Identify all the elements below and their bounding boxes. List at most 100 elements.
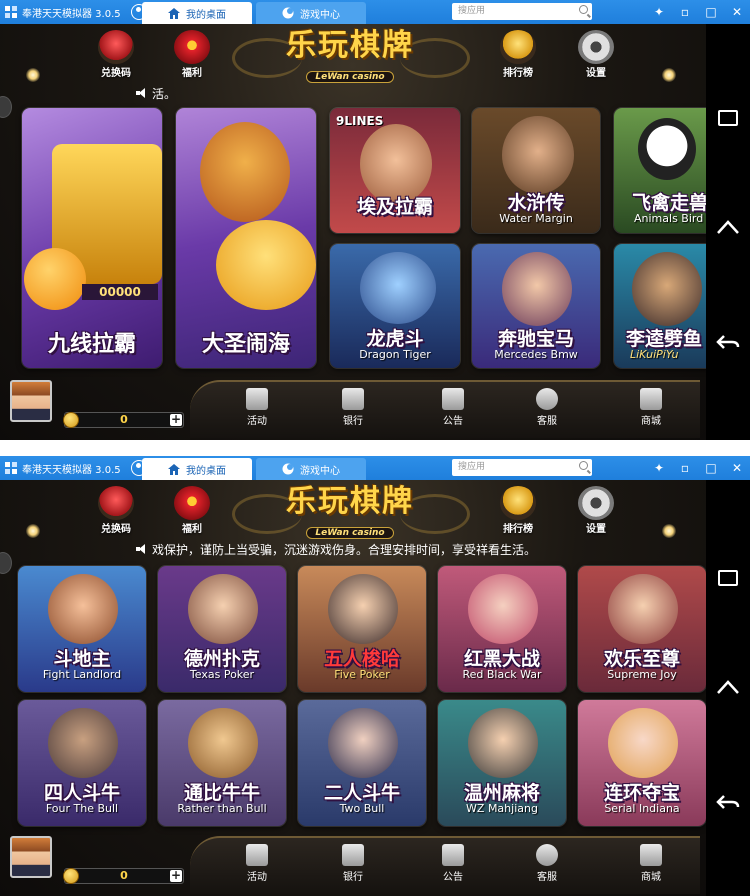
game-lobby: 兑换码 福利 乐玩棋牌 LeWan casino 排行榜 设置 活。 00000…: [0, 24, 706, 440]
back-icon[interactable]: [716, 334, 740, 350]
coin-balance: 0 +: [63, 412, 184, 428]
coin-icon: [63, 412, 79, 428]
leaderboard-button[interactable]: 排行榜: [488, 30, 548, 79]
bank-icon: [342, 388, 364, 410]
menu-bank[interactable]: 银行: [328, 844, 378, 883]
maximize-icon[interactable]: □: [698, 0, 724, 24]
window-controls: ✦ ▫ □ ✕: [646, 456, 750, 480]
game-center-icon: [282, 463, 294, 475]
redeem-code-button[interactable]: 兑换码: [86, 486, 146, 535]
game-card-red-black-war[interactable]: 红黑大战 Red Black War: [438, 566, 566, 692]
tab-game-center[interactable]: 游戏中心: [256, 458, 366, 480]
gift-box-icon: [246, 388, 268, 410]
game-center-icon: [282, 7, 294, 19]
menu-activity[interactable]: 活动: [232, 388, 282, 427]
bottom-bar: 0 + 活动 银行 公告 客服 商城: [0, 374, 706, 440]
welfare-button[interactable]: 福利: [162, 486, 222, 535]
menu-shop[interactable]: 商城: [626, 844, 676, 883]
menu-activity[interactable]: 活动: [232, 844, 282, 883]
game-card-two-bull[interactable]: 二人斗牛 Two Bull: [298, 700, 426, 826]
minimize-icon[interactable]: ▫: [672, 0, 698, 24]
monkey-king-art: [200, 122, 290, 222]
back-icon[interactable]: [716, 794, 740, 810]
game-card-monkey-king-sea[interactable]: 大圣闹海: [176, 108, 316, 368]
tab-game-center[interactable]: 游戏中心: [256, 2, 366, 24]
gift-icon: [98, 486, 134, 520]
add-coins-button[interactable]: +: [170, 413, 182, 426]
tab-my-desktop[interactable]: 我的桌面: [142, 458, 252, 480]
bottom-bar: 0 + 活动 银行 公告 客服 商城: [0, 830, 706, 896]
game-card-wz-mahjong[interactable]: 温州麻将 WZ Mahjiang: [438, 700, 566, 826]
bank-icon: [342, 844, 364, 866]
game-card-serial-indiana[interactable]: 连环夺宝 Serial Indiana: [578, 700, 706, 826]
tab-label: 我的桌面: [186, 9, 226, 21]
speaker-icon: [136, 544, 148, 554]
gear-icon: [578, 30, 614, 64]
mahjong-girl-art: [468, 708, 538, 778]
game-card-nine-line-slot[interactable]: 00000 九线拉霸: [22, 108, 162, 368]
home-icon: [168, 463, 180, 475]
add-coins-button[interactable]: +: [170, 869, 182, 882]
menu-shop[interactable]: 商城: [626, 388, 676, 427]
game-card-texas-poker[interactable]: 德州扑克 Texas Poker: [158, 566, 286, 692]
cowgirl-art: [328, 708, 398, 778]
recent-apps-icon[interactable]: [718, 110, 738, 126]
search-input[interactable]: 搜应用: [452, 3, 592, 20]
game-card-water-margin[interactable]: 水浒传 Water Margin: [472, 108, 600, 233]
tab-my-desktop[interactable]: 我的桌面: [142, 2, 252, 24]
game-card-egypt-slot[interactable]: 9LINES 埃及拉霸: [330, 108, 460, 233]
racer-girl-art: [502, 252, 572, 326]
avatar[interactable]: [10, 836, 52, 878]
jackpot-display: 00000: [82, 284, 158, 300]
app-logo-icon: [4, 5, 18, 19]
welfare-button[interactable]: 福利: [162, 30, 222, 79]
settings-button[interactable]: 设置: [566, 30, 626, 79]
stage-light: [26, 68, 40, 82]
red-black-girl-art: [468, 574, 538, 644]
side-drawer-handle[interactable]: [0, 552, 12, 574]
search-input[interactable]: 搜应用: [452, 459, 592, 476]
leaderboard-button[interactable]: 排行榜: [488, 486, 548, 535]
dragon-tiger-art: [360, 252, 436, 324]
card-girl-art: [608, 574, 678, 644]
tab-label: 游戏中心: [300, 465, 340, 477]
game-card-mercedes-bmw[interactable]: 奔驰宝马 Mercedes Bmw: [472, 244, 600, 368]
notice-marquee: 活。: [136, 84, 336, 102]
maximize-icon[interactable]: □: [698, 456, 724, 480]
game-card-animals-birds[interactable]: 飞禽走兽 Animals Bird: [614, 108, 706, 233]
settings-button[interactable]: 设置: [566, 486, 626, 535]
redeem-code-button[interactable]: 兑换码: [86, 30, 146, 79]
red-envelope-icon: [174, 486, 210, 520]
home-nav-icon[interactable]: [716, 220, 740, 234]
game-card-rather-than-bull[interactable]: 通比牛牛 Rather than Bull: [158, 700, 286, 826]
pin-icon[interactable]: ✦: [646, 0, 672, 24]
menu-support[interactable]: 客服: [522, 844, 572, 883]
menu-support[interactable]: 客服: [522, 388, 572, 427]
window-controls: ✦ ▫ □ ✕: [646, 0, 750, 24]
golden-shark-art: [216, 220, 316, 310]
home-nav-icon[interactable]: [716, 680, 740, 694]
avatar[interactable]: [10, 380, 52, 422]
menu-notice[interactable]: 公告: [428, 388, 478, 427]
stage-light: [662, 68, 676, 82]
game-card-fight-landlord[interactable]: 斗地主 Fight Landlord: [18, 566, 146, 692]
game-card-four-bull[interactable]: 四人斗牛 Four The Bull: [18, 700, 146, 826]
game-card-likui-fishing[interactable]: 李逵劈鱼 LiKuiPiYu: [614, 244, 706, 368]
pin-icon[interactable]: ✦: [646, 456, 672, 480]
menu-notice[interactable]: 公告: [428, 844, 478, 883]
emulator-window-2: 奉港天天模拟器 3.0.5 我的桌面 游戏中心 搜应用 ✦ ▫ □ ✕ 兑换码: [0, 456, 750, 896]
minimize-icon[interactable]: ▫: [672, 456, 698, 480]
app-name: 奉港天天模拟器 3.0.5: [22, 464, 121, 476]
recent-apps-icon[interactable]: [718, 570, 738, 586]
close-icon[interactable]: ✕: [724, 0, 750, 24]
menu-bank[interactable]: 银行: [328, 388, 378, 427]
stage-light: [26, 524, 40, 538]
app-logo-icon: [4, 461, 18, 475]
game-card-supreme-joy[interactable]: 欢乐至尊 Supreme Joy: [578, 566, 706, 692]
dealer-art: [188, 574, 258, 644]
side-drawer-handle[interactable]: [0, 96, 12, 118]
close-icon[interactable]: ✕: [724, 456, 750, 480]
game-card-five-poker[interactable]: 五人梭哈 Five Poker: [298, 566, 426, 692]
game-card-dragon-tiger[interactable]: 龙虎斗 Dragon Tiger: [330, 244, 460, 368]
landlord-art: [48, 574, 118, 644]
